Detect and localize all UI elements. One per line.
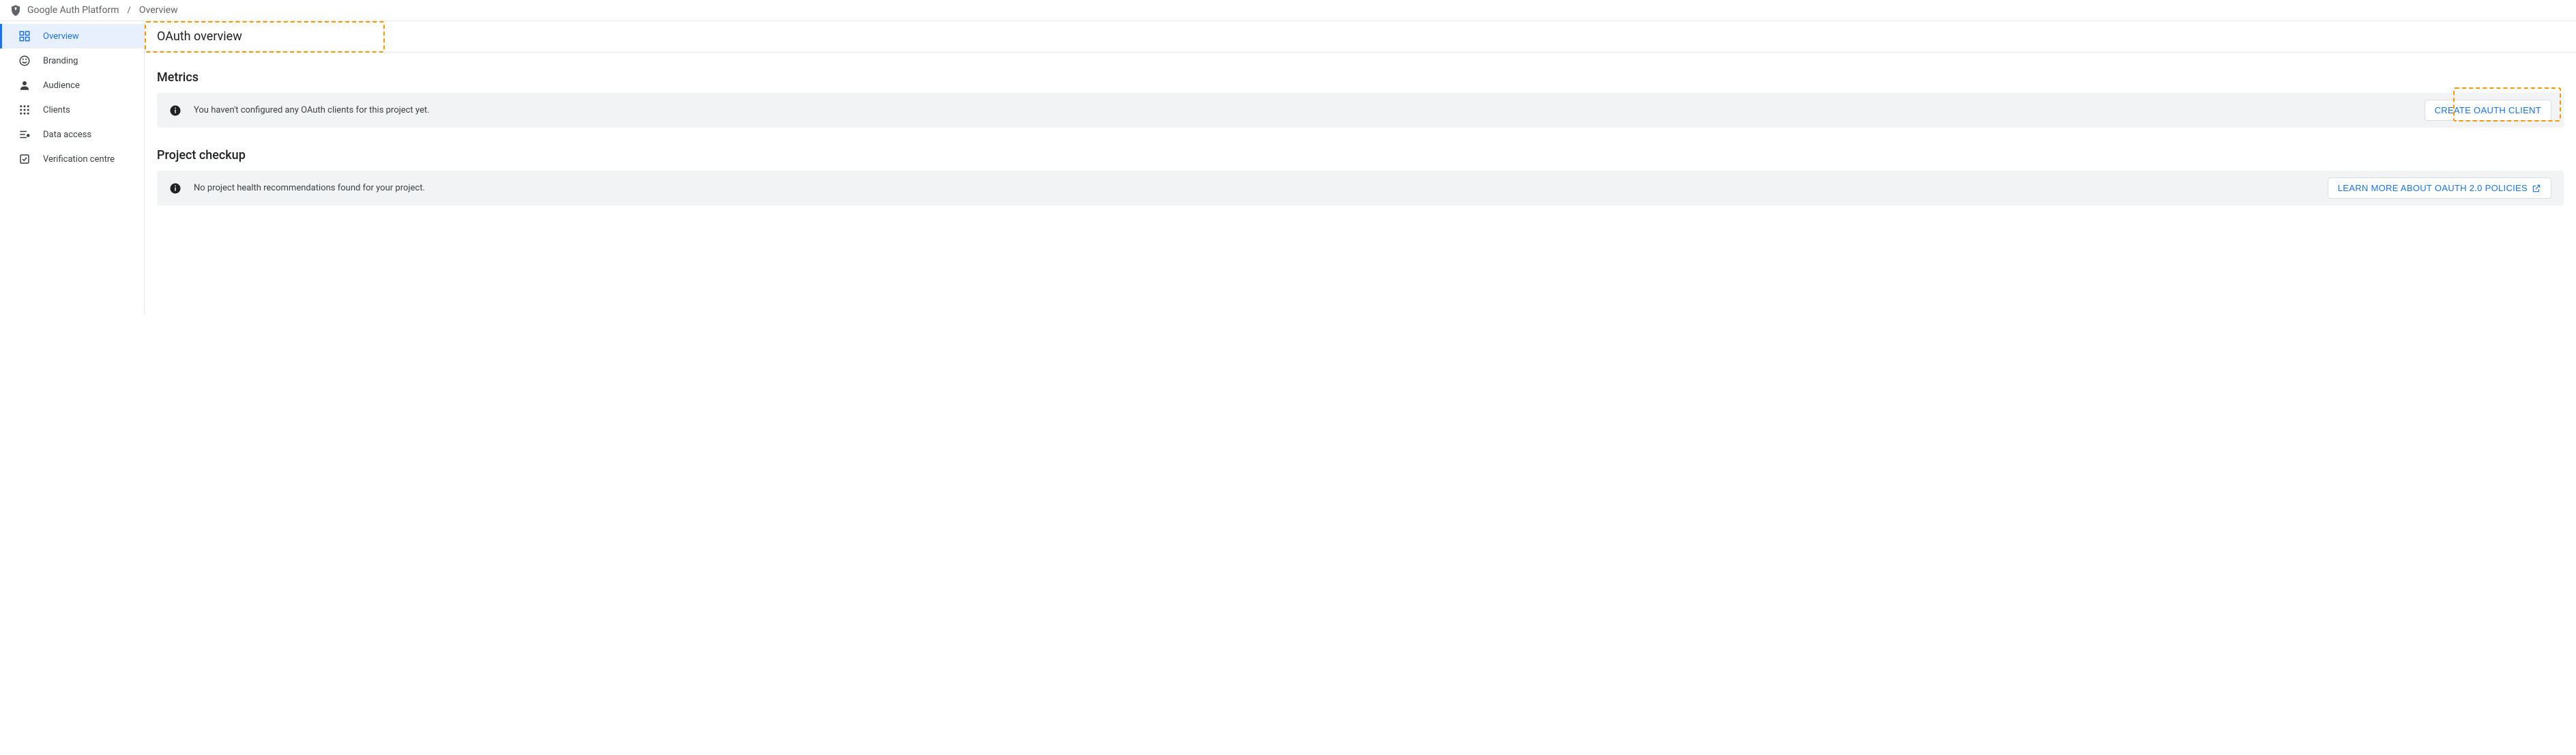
sidebar-item-label: Overview (43, 31, 79, 42)
breadcrumb-separator: / (128, 5, 131, 16)
info-icon (169, 104, 181, 117)
data-access-icon (18, 128, 31, 141)
checkup-heading: Project checkup (157, 148, 2564, 162)
sidebar-item-overview[interactable]: Overview (0, 24, 144, 48)
sidebar-item-clients[interactable]: Clients (0, 98, 144, 122)
sidebar-item-data-access[interactable]: Data access (0, 122, 144, 147)
metrics-message: You haven't configured any OAuth clients… (194, 105, 2412, 115)
sidebar-item-verification[interactable]: Verification centre (0, 147, 144, 171)
branding-icon (18, 55, 31, 67)
external-link-icon (2532, 184, 2541, 193)
verification-icon (18, 153, 31, 165)
sidebar-item-label: Audience (43, 81, 80, 91)
info-icon (169, 182, 181, 195)
breadcrumb-header: Google Auth Platform / Overview (0, 0, 2576, 21)
sidebar-item-label: Verification centre (43, 154, 115, 165)
create-oauth-client-button[interactable]: CREATE OAUTH CLIENT (2425, 100, 2551, 121)
learn-more-policies-button[interactable]: LEARN MORE ABOUT OAUTH 2.0 POLICIES (2328, 177, 2551, 199)
sidebar-item-label: Data access (43, 130, 91, 140)
main-content: OAuth overview Metrics You haven't confi… (145, 21, 2576, 315)
dashboard-icon (18, 30, 31, 42)
breadcrumb-root[interactable]: Google Auth Platform (27, 5, 119, 16)
shield-icon (10, 4, 22, 16)
sidebar-item-audience[interactable]: Audience (0, 73, 144, 98)
page-title: OAuth overview (157, 29, 2564, 44)
button-label: LEARN MORE ABOUT OAUTH 2.0 POLICIES (2338, 183, 2528, 193)
layout: Overview Branding Audience Clients Data … (0, 21, 2576, 315)
breadcrumb-current[interactable]: Overview (139, 5, 178, 16)
sidebar-item-label: Branding (43, 56, 78, 66)
checkup-message: No project health recommendations found … (194, 183, 2315, 193)
sidebar: Overview Branding Audience Clients Data … (0, 21, 145, 315)
content-area: Metrics You haven't configured any OAuth… (145, 53, 2576, 223)
clients-icon (18, 104, 31, 116)
sidebar-item-label: Clients (43, 105, 70, 115)
metrics-heading: Metrics (157, 70, 2564, 85)
page-title-bar: OAuth overview (145, 21, 2576, 53)
checkup-info-bar: No project health recommendations found … (157, 171, 2564, 205)
metrics-info-bar: You haven't configured any OAuth clients… (157, 93, 2564, 128)
audience-icon (18, 79, 31, 91)
sidebar-item-branding[interactable]: Branding (0, 48, 144, 73)
